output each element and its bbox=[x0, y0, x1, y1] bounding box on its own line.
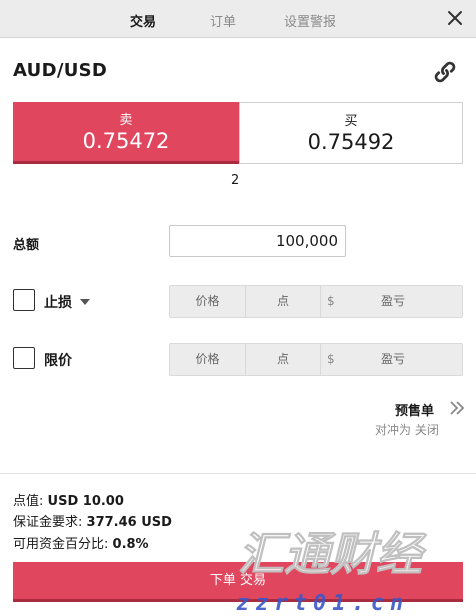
tab-trade[interactable]: 交易 bbox=[130, 11, 156, 30]
limit-pl-input[interactable]: $ 盈亏 bbox=[321, 344, 462, 375]
spread-value: 2 bbox=[231, 173, 240, 188]
available-line: 可用资金百分比: 0.8% bbox=[13, 533, 149, 552]
watermark-url: zzrt01.cn bbox=[236, 591, 409, 616]
pip-value-line: 点值: USD 10.00 bbox=[13, 490, 124, 509]
caret-down-icon[interactable] bbox=[80, 299, 90, 305]
close-icon[interactable] bbox=[444, 7, 466, 29]
amount-input[interactable]: 100,000 bbox=[169, 225, 346, 257]
available-value: 0.8% bbox=[112, 537, 149, 552]
margin-line: 保证金要求: 377.46 USD bbox=[13, 511, 172, 530]
pip-value-label: 点值: bbox=[13, 494, 44, 509]
limit-fields: 价格 点 $ 盈亏 bbox=[169, 343, 463, 376]
buy-price: 0.75492 bbox=[307, 130, 395, 154]
stop-loss-fields: 价格 点 $ 盈亏 bbox=[169, 285, 463, 318]
tab-bar: 交易 订单 设置警报 bbox=[0, 0, 476, 38]
stop-loss-label[interactable]: 止损 bbox=[44, 292, 72, 312]
buy-label: 买 bbox=[344, 114, 358, 129]
watermark-text: 汇通财经 bbox=[238, 527, 427, 581]
margin-label: 保证金要求: bbox=[13, 515, 83, 530]
pending-order-link[interactable]: 预售单 bbox=[395, 400, 434, 419]
stop-loss-pips-input[interactable]: 点 bbox=[246, 286, 321, 317]
currency-symbol: $ bbox=[327, 294, 335, 308]
amount-label: 总额 bbox=[13, 238, 40, 253]
limit-price-input[interactable]: 价格 bbox=[170, 344, 246, 375]
tab-set-alert[interactable]: 设置警报 bbox=[284, 11, 336, 30]
divider bbox=[0, 473, 476, 474]
link-icon[interactable] bbox=[431, 58, 459, 86]
sell-price: 0.75472 bbox=[82, 129, 170, 153]
stop-loss-price-input[interactable]: 价格 bbox=[170, 286, 246, 317]
stop-loss-pl-placeholder: 盈亏 bbox=[381, 294, 406, 308]
limit-pl-placeholder: 盈亏 bbox=[381, 352, 406, 366]
limit-checkbox[interactable] bbox=[13, 347, 35, 369]
limit-label[interactable]: 限价 bbox=[44, 350, 72, 370]
stop-loss-checkbox[interactable] bbox=[13, 289, 35, 311]
sell-button[interactable]: 卖 0.75472 bbox=[13, 102, 239, 164]
oco-status: 对冲为 关闭 bbox=[375, 423, 439, 437]
tab-orders[interactable]: 订单 bbox=[210, 11, 236, 30]
margin-value: 377.46 USD bbox=[86, 515, 172, 530]
sell-label: 卖 bbox=[119, 113, 133, 128]
available-label: 可用资金百分比: bbox=[13, 537, 109, 552]
limit-pips-input[interactable]: 点 bbox=[246, 344, 321, 375]
pip-value: USD 10.00 bbox=[47, 494, 124, 509]
double-chevron-right-icon[interactable] bbox=[449, 400, 465, 416]
buy-button[interactable]: 买 0.75492 bbox=[239, 102, 463, 164]
watermark-logo: 汇通财经 zzrt01.cn bbox=[236, 527, 427, 616]
stop-loss-pl-input[interactable]: $ 盈亏 bbox=[321, 286, 462, 317]
currency-symbol: $ bbox=[327, 352, 335, 366]
instrument-symbol: AUD/USD bbox=[13, 60, 108, 81]
